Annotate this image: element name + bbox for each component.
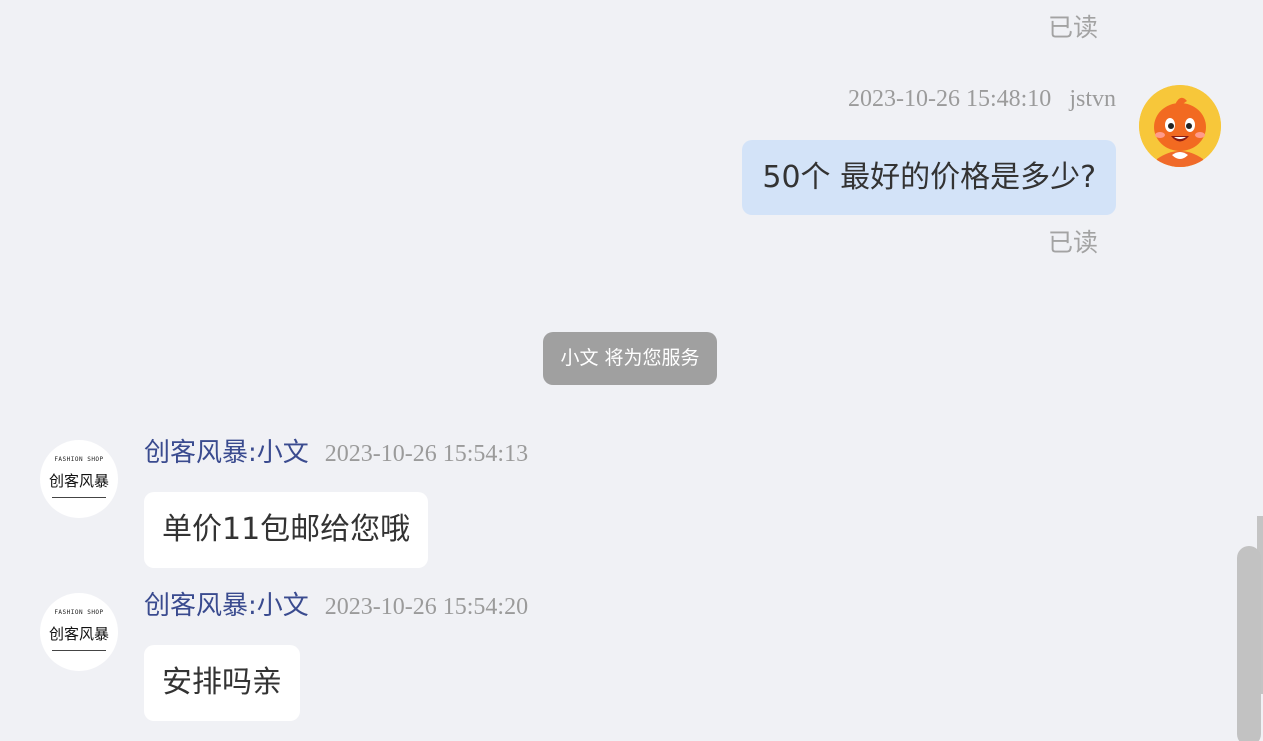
sender-name: 创客风暴:小文 <box>144 438 309 468</box>
user-avatar[interactable] <box>1139 85 1221 167</box>
incoming-message-meta: 创客风暴:小文 2023-10-26 15:54:20 <box>144 590 528 625</box>
shop-avatar[interactable]: FASHION SHOP 创客风暴 <box>40 593 118 671</box>
service-agent-notice: 小文 将为您服务 <box>543 332 717 385</box>
message-timestamp: 2023-10-26 15:54:13 <box>324 441 529 467</box>
sender-name: jstvn <box>1069 86 1116 112</box>
shop-avatar-divider <box>52 497 106 498</box>
read-status-label: 已读 <box>1047 228 1098 257</box>
orange-cartoon-character-icon <box>1139 85 1221 167</box>
incoming-message-bubble[interactable]: 安排吗亲 <box>144 645 300 721</box>
chat-message-area[interactable]: 已读 2023-10-26 15:48:10 jstvn 50个 最好的价格是多少… <box>0 0 1263 741</box>
sender-name: 创客风暴:小文 <box>144 591 309 621</box>
outgoing-message-bubble[interactable]: 50个 最好的价格是多少? <box>742 140 1116 215</box>
shop-avatar-brand: 创客风暴 <box>48 472 109 490</box>
incoming-message-bubble[interactable]: 单价11包邮给您哦 <box>144 492 429 568</box>
incoming-message-meta: 创客风暴:小文 2023-10-26 15:54:13 <box>144 437 528 472</box>
read-status-label: 已读 <box>1047 13 1098 42</box>
scrollbar-thumb[interactable] <box>1237 546 1261 741</box>
shop-avatar[interactable]: FASHION SHOP 创客风暴 <box>40 440 118 518</box>
outgoing-message-meta: 2023-10-26 15:48:10 jstvn <box>848 86 1116 113</box>
shop-avatar-divider <box>52 650 106 651</box>
message-timestamp: 2023-10-26 15:54:20 <box>324 594 529 620</box>
message-timestamp: 2023-10-26 15:48:10 <box>847 86 1052 112</box>
shop-avatar-tagline: FASHION SHOP <box>54 456 104 463</box>
shop-avatar-brand: 创客风暴 <box>48 625 109 643</box>
shop-avatar-tagline: FASHION SHOP <box>54 609 104 616</box>
